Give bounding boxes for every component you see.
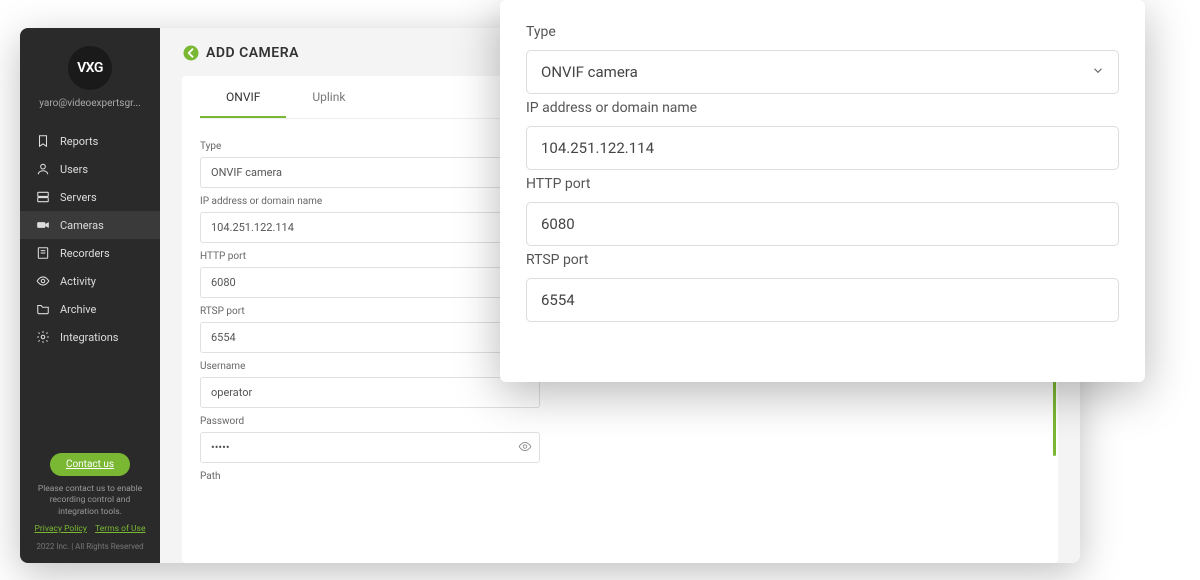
page-title: ADD CAMERA (206, 45, 299, 61)
overlay-type-label: Type (526, 24, 1119, 40)
server-icon (36, 190, 50, 204)
overlay-http-label: HTTP port (526, 176, 1119, 192)
bookmark-icon (36, 134, 50, 148)
sidebar-item-label: Archive (60, 303, 96, 316)
sidebar-item-label: Users (60, 163, 88, 176)
sidebar-item-label: Servers (60, 191, 97, 204)
sidebar-item-users[interactable]: Users (20, 155, 160, 183)
username-field[interactable] (200, 377, 540, 408)
overlay-rtsp-field[interactable] (526, 278, 1119, 322)
rtsp-port-field[interactable] (200, 322, 540, 353)
overlay-rtsp-label: RTSP port (526, 252, 1119, 268)
gear-icon (36, 330, 50, 344)
sidebar-item-label: Activity (60, 275, 96, 288)
sidebar-item-label: Reports (60, 135, 98, 148)
user-icon (36, 162, 50, 176)
privacy-link[interactable]: Privacy Policy (35, 524, 87, 534)
zoom-overlay: Type IP address or domain name HTTP port… (500, 0, 1145, 382)
sidebar-item-activity[interactable]: Activity (20, 267, 160, 295)
overlay-ip-field[interactable] (526, 126, 1119, 170)
sidebar-footer: Contact us Please contact us to enable r… (20, 443, 160, 563)
logo-wrap: VXG (20, 28, 160, 98)
sidebar-item-label: Integrations (60, 331, 118, 344)
path-label: Path (200, 471, 1040, 482)
overlay-type-select-wrap (526, 50, 1119, 94)
password-wrap (200, 432, 540, 463)
overlay-ip-label: IP address or domain name (526, 100, 1119, 116)
tab-onvif[interactable]: ONVIF (200, 76, 286, 118)
terms-link[interactable]: Terms of Use (95, 524, 145, 534)
footer-links: Privacy Policy Terms of Use (30, 524, 150, 534)
sidebar-item-label: Recorders (60, 247, 110, 260)
sidebar-item-servers[interactable]: Servers (20, 183, 160, 211)
brand-logo: VXG (68, 46, 112, 90)
sidebar-item-archive[interactable]: Archive (20, 295, 160, 323)
eye-icon (36, 274, 50, 288)
ip-field[interactable] (200, 212, 540, 243)
user-email: yaro@videoexpertsgr... (20, 98, 160, 123)
password-label: Password (200, 416, 1040, 427)
http-port-field[interactable] (200, 267, 540, 298)
sidebar-item-label: Cameras (60, 219, 104, 232)
tab-uplink[interactable]: Uplink (286, 76, 371, 118)
recorder-icon (36, 246, 50, 260)
back-icon[interactable] (182, 44, 200, 62)
contact-us-button[interactable]: Contact us (50, 453, 130, 476)
password-field[interactable] (200, 432, 540, 463)
overlay-type-select[interactable] (526, 50, 1119, 94)
sidebar-item-reports[interactable]: Reports (20, 127, 160, 155)
camera-icon (36, 218, 50, 232)
sidebar: VXG yaro@videoexpertsgr... Reports Users… (20, 28, 160, 563)
sidebar-item-recorders[interactable]: Recorders (20, 239, 160, 267)
toggle-password-icon[interactable] (518, 438, 532, 457)
footer-note: Please contact us to enable recording co… (30, 484, 150, 518)
overlay-http-field[interactable] (526, 202, 1119, 246)
type-field[interactable] (200, 157, 540, 188)
folder-icon (36, 302, 50, 316)
sidebar-item-integrations[interactable]: Integrations (20, 323, 160, 351)
footer-copyright: 2022 Inc. | All Rights Reserved (30, 542, 150, 551)
sidebar-nav: Reports Users Servers Cameras Recorders … (20, 123, 160, 443)
sidebar-item-cameras[interactable]: Cameras (20, 211, 160, 239)
